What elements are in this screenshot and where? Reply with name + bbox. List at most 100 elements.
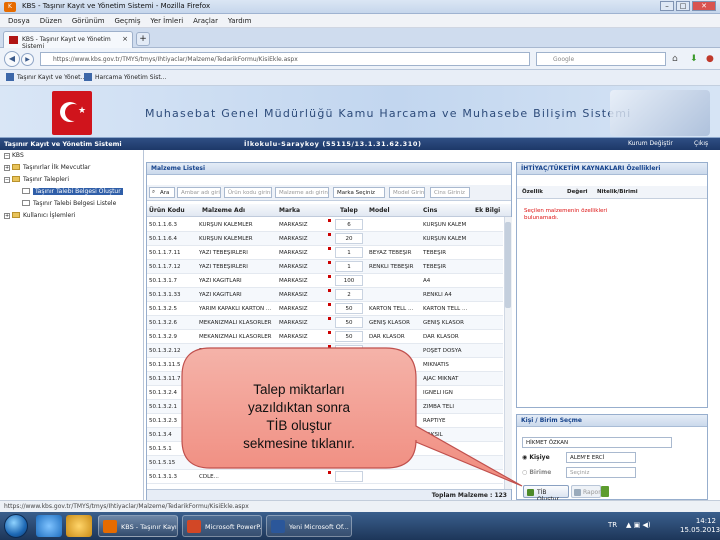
menu-bookmarks[interactable]: Yer İmleri <box>150 14 183 28</box>
banner-title: Muhasebat Genel Müdürlüğü Kamu Harcama v… <box>145 107 632 120</box>
request-quantity-input[interactable]: 1 <box>335 261 363 272</box>
col-kind[interactable]: Cins <box>423 207 437 214</box>
col-request[interactable]: Talep <box>340 207 358 214</box>
ie-icon[interactable] <box>36 515 62 537</box>
change-institution-link[interactable]: Kurum Değiştir <box>628 140 673 147</box>
forward-button[interactable]: ▶ <box>21 53 34 66</box>
menu-help[interactable]: Yardım <box>228 14 252 28</box>
export-icon[interactable] <box>601 486 609 497</box>
kisiye-radio[interactable]: ◉ Kişiye <box>522 454 550 461</box>
cell-kind: TEBEŞİR <box>423 264 447 270</box>
table-row[interactable]: 50.1.3.2.5 YARIM KAPAKLI KARTON ... MARKAS… <box>147 302 503 316</box>
required-marker <box>328 233 331 236</box>
col-model[interactable]: Model <box>369 207 390 214</box>
total-material-count: Toplam Malzeme : 123 <box>431 492 507 499</box>
request-quantity-input[interactable]: 2 <box>335 289 363 300</box>
firefox-icon: K <box>4 2 16 12</box>
kind-filter-input[interactable]: Cins Giriniz <box>430 187 470 198</box>
cell-kind: POŞET DOSYA <box>423 348 462 354</box>
menu-file[interactable]: Dosya <box>8 14 30 28</box>
material-name-filter-input[interactable]: Malzeme adı giriniz <box>275 187 329 198</box>
tree-node-ilk-mevcutlar[interactable]: + Taşınırlar İlk Mevcutlar <box>4 164 90 171</box>
home-icon[interactable]: ⌂ <box>672 54 678 64</box>
close-button[interactable]: ✕ <box>692 1 716 11</box>
table-row[interactable]: 50.1.1.6.3 KURŞUN KALEMLER MARKASIZ KURŞUN … <box>147 218 503 232</box>
explorer-icon[interactable] <box>66 515 92 537</box>
url-input[interactable]: https://www.kbs.gov.tr/TMYS/tmys/Ihtiyac… <box>40 52 530 66</box>
table-row[interactable]: 50.1.3.2.6 MEKANİZMALI KLASÖRLER MARKASIZ G… <box>147 316 503 330</box>
addon-icon[interactable]: ● <box>706 54 714 64</box>
tree-node-tib-olustur[interactable]: Taşınır Talebi Belgesi Oluştur <box>22 188 123 195</box>
request-quantity-input[interactable]: 100 <box>335 275 363 286</box>
folder-icon <box>22 200 30 206</box>
warehouse-filter-input[interactable]: Ambar adı giriniz <box>177 187 221 198</box>
tree-node-kbs[interactable]: − KBS <box>4 152 24 159</box>
table-row[interactable]: 50.1.3.2.9 MEKANİZMALI KLASÖRLER MARKASIZ D… <box>147 330 503 344</box>
clock[interactable]: 14:12 15.05.2013 <box>680 517 720 535</box>
cell-model: RENKLİ TEBEŞİR <box>369 264 414 270</box>
request-quantity-input[interactable]: 1 <box>335 247 363 258</box>
tree-node-talepler[interactable]: − Taşınır Talepleri <box>4 176 69 183</box>
cell-product-code: 50.1.3.1.33 <box>149 292 181 298</box>
request-quantity-input[interactable]: 50 <box>335 331 363 342</box>
status-bar: https://www.kbs.gov.tr/TMYS/tmys/Ihtiyac… <box>0 500 720 512</box>
request-quantity-input[interactable]: 50 <box>335 303 363 314</box>
request-quantity-input[interactable]: 20 <box>335 233 363 244</box>
menu-history[interactable]: Geçmiş <box>115 14 141 28</box>
search-input[interactable]: Google <box>536 52 666 66</box>
cell-material-name: YAZI KAĞITLARI <box>199 292 242 298</box>
cell-brand: MARKASIZ <box>279 292 308 298</box>
maximize-button[interactable]: □ <box>676 1 690 11</box>
start-button[interactable] <box>4 514 28 538</box>
tree-node-tib-listele[interactable]: Taşınır Talebi Belgesi Listele <box>22 200 116 207</box>
bookmark-tmys[interactable]: Taşınır Kayıt ve Yönet... <box>6 73 86 81</box>
table-row[interactable]: 50.1.1.6.4 KURŞUN KALEMLER MARKASIZ KURŞUN … <box>147 232 503 246</box>
menu-edit[interactable]: Düzen <box>40 14 62 28</box>
col-material-name[interactable]: Malzeme Adı <box>202 207 245 214</box>
request-quantity-input[interactable]: 50 <box>335 317 363 328</box>
new-tab-button[interactable]: + <box>136 32 150 46</box>
back-button[interactable]: ◀ <box>4 51 20 67</box>
cell-material-name: MEKANİZMALI KLASÖRLER <box>199 334 272 340</box>
request-quantity-input[interactable] <box>335 471 363 482</box>
bookmark-hys[interactable]: Harcama Yönetim Sist... <box>84 73 166 81</box>
grid-scrollbar-thumb[interactable] <box>505 222 511 308</box>
col-product-code[interactable]: Ürün Kodu <box>149 207 185 214</box>
task-firefox[interactable]: KBS - Taşınır Kayıt... <box>98 515 178 537</box>
download-icon[interactable]: ⬇ <box>690 54 698 64</box>
logout-link[interactable]: Çıkış <box>694 140 708 147</box>
table-row[interactable]: 50.1.3.1.7 YAZI KAĞITLARI MARKASIZ A4 100 <box>147 274 503 288</box>
product-code-filter-input[interactable]: Ürün kodu giriniz <box>224 187 272 198</box>
model-filter-input[interactable]: Model Giriniz <box>389 187 425 198</box>
folder-icon <box>22 188 30 194</box>
person-select[interactable]: HİKMET ÖZKAN <box>522 437 672 448</box>
search-button[interactable]: ⌕ Ara <box>149 187 175 198</box>
tree-node-kullanici[interactable]: + Kullanıcı İşlemleri <box>4 212 75 219</box>
brand-select[interactable]: Marka Seçiniz <box>333 187 385 198</box>
language-indicator[interactable]: TR <box>608 521 617 529</box>
task-powerpoint[interactable]: Microsoft PowerP... <box>182 515 262 537</box>
birime-select[interactable]: Seçiniz <box>566 467 636 478</box>
minimize-button[interactable]: – <box>660 1 674 11</box>
menu-view[interactable]: Görünüm <box>72 14 105 28</box>
table-row[interactable]: 50.1.3.1.33 YAZI KAĞITLARI MARKASIZ RENKLİ … <box>147 288 503 302</box>
tib-olustur-button[interactable]: TİB Oluştur <box>523 485 569 503</box>
table-row[interactable]: 50.1.3.1.3 CDLE... <box>147 470 503 484</box>
tab-close-icon[interactable]: × <box>122 35 128 43</box>
properties-error-text: Seçilen malzemenin özellikleri bulunamad… <box>524 208 608 221</box>
required-marker <box>328 275 331 278</box>
rapor-button[interactable]: Rapor <box>571 485 601 498</box>
table-row[interactable]: 50.1.1.7.11 YAZI TEBEŞİRLERİ MARKASIZ BEYAZ… <box>147 246 503 260</box>
browser-tab-kbs[interactable]: KBS - Taşınır Kayıt ve Yönetim Sistemi × <box>3 31 133 50</box>
col-brand[interactable]: Marka <box>279 207 300 214</box>
tray-icons[interactable]: ▲ ▣ ◀) <box>626 521 651 529</box>
menu-tools[interactable]: Araçlar <box>193 14 218 28</box>
task-office[interactable]: Yeni Microsoft Of... <box>266 515 352 537</box>
request-quantity-input[interactable]: 6 <box>335 219 363 230</box>
table-row[interactable]: 50.1.1.7.12 YAZI TEBEŞİRLERİ MARKASIZ RENKL… <box>147 260 503 274</box>
cell-kind: KURŞUN KALEM <box>423 236 467 242</box>
col-extra-info[interactable]: Ek Bilgi <box>475 207 500 214</box>
birime-radio[interactable]: ○ Birime <box>522 469 551 476</box>
kisiye-select[interactable]: ALEM'E ERCİ <box>566 452 636 463</box>
filter-bar: ⌕Ara Ambar adı giriniz Ürün kodu giriniz… <box>147 185 511 201</box>
